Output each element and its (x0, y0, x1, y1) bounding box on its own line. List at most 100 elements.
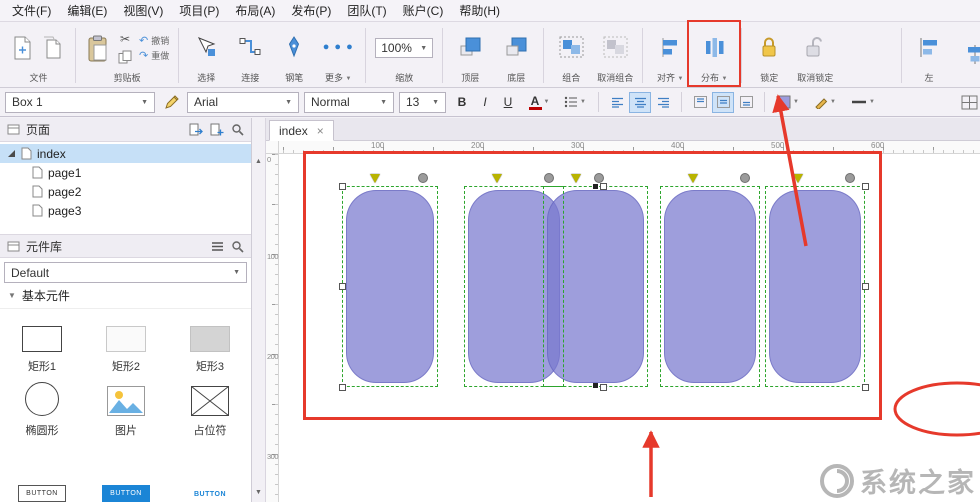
font-weight-select[interactable]: Normal ▼ (304, 91, 394, 113)
toolbar-group-alignment: 左 (904, 24, 980, 87)
search-pages-button[interactable] (231, 123, 244, 136)
add-page-button[interactable] (210, 123, 224, 136)
button-widget-icon: BUTTON (18, 485, 66, 502)
selection-handle[interactable] (339, 183, 346, 190)
bring-to-front-button[interactable]: 顶层 (452, 24, 488, 87)
group-button[interactable]: 组合 (553, 24, 589, 87)
widget-rect1[interactable]: 矩形1 (0, 313, 84, 377)
selection-handle-small[interactable] (593, 383, 598, 388)
selection-handle[interactable] (339, 283, 346, 290)
page-tree-item-index[interactable]: index (0, 144, 251, 163)
design-canvas[interactable] (279, 154, 980, 502)
menu-edit[interactable]: 编辑(E) (59, 0, 115, 22)
selection-handle[interactable] (862, 283, 869, 290)
menu-file[interactable]: 文件(F) (4, 0, 59, 22)
add-child-page-button[interactable] (189, 123, 203, 136)
text-align-left-icon (611, 97, 623, 108)
widget-button-primary[interactable]: BUTTON (84, 441, 168, 502)
cut-button[interactable]: ✂ (116, 31, 134, 47)
ungroup-button[interactable]: 取消组合 (597, 24, 633, 87)
new-file-button[interactable] (11, 35, 34, 61)
line-width-button[interactable]: ▼ (846, 92, 880, 113)
distribute-button[interactable]: 分布 ▼ (687, 20, 742, 87)
unlock-button[interactable]: 取消锁定 (797, 24, 833, 87)
valign-bottom-button[interactable] (735, 92, 757, 113)
menu-help[interactable]: 帮助(H) (451, 0, 508, 22)
send-to-back-button[interactable]: 底层 (498, 24, 534, 87)
valign-top-button[interactable] (689, 92, 711, 113)
shape-style-select[interactable]: Box 1 ▼ (5, 91, 155, 113)
page-tree-item-page2[interactable]: page2 (0, 182, 251, 201)
open-file-button[interactable] (40, 35, 66, 61)
menu-project[interactable]: 项目(P) (171, 0, 227, 22)
library-select[interactable]: Default ▼ (4, 262, 247, 283)
rect3-widget-icon (190, 326, 230, 352)
widget-rect3[interactable]: 矩形3 (168, 313, 251, 377)
border-pattern-button[interactable] (955, 92, 980, 113)
menu-publish[interactable]: 发布(P) (283, 0, 339, 22)
widget-button-link[interactable]: BUTTON (168, 441, 251, 502)
scroll-down-icon[interactable]: ▼ (255, 489, 262, 496)
redo-button[interactable]: ↷ 重做 (139, 49, 169, 62)
font-size-select[interactable]: 13 ▼ (399, 91, 446, 113)
select-tool-button[interactable]: 选择 (188, 24, 224, 87)
widget-rect2[interactable]: 矩形2 (84, 313, 168, 377)
selection-handle[interactable] (862, 384, 869, 391)
menu-layout[interactable]: 布局(A) (227, 0, 283, 22)
lock-button[interactable]: 锁定 (751, 24, 787, 87)
scroll-up-icon[interactable]: ▲ (255, 158, 262, 165)
menu-team[interactable]: 团队(T) (339, 0, 394, 22)
selection-handle[interactable] (339, 384, 346, 391)
library-menu-button[interactable] (211, 241, 224, 252)
widget-placeholder[interactable]: 占位符 (168, 377, 251, 441)
align-left-icon (920, 37, 937, 57)
bullet-list-button[interactable]: ▼ (559, 92, 591, 113)
fill-color-button[interactable]: ▼ (772, 92, 804, 113)
expand-caret-icon[interactable] (8, 150, 15, 157)
ruler-mark: 400 (671, 141, 685, 150)
chevron-down-icon: ▼ (233, 269, 240, 276)
basic-widgets-section-header[interactable]: ▼ 基本元件 (0, 283, 251, 309)
page-tree-item-page3[interactable]: page3 (0, 201, 251, 220)
edit-style-button[interactable] (160, 92, 182, 113)
widget-button-default[interactable]: BUTTON (0, 441, 84, 502)
widget-ellipse[interactable]: 椭圆形 (0, 377, 84, 441)
selection-handle[interactable] (862, 183, 869, 190)
select-cursor-icon (198, 37, 216, 56)
stylebar-separator (681, 92, 682, 112)
align-center-button[interactable] (957, 24, 980, 87)
menu-view[interactable]: 视图(V) (115, 0, 171, 22)
align-button[interactable]: 对齐 ▼ (652, 24, 688, 87)
font-family-select[interactable]: Arial ▼ (187, 91, 299, 113)
bold-button[interactable]: B (451, 92, 473, 113)
italic-button[interactable]: I (474, 92, 496, 113)
fill-color-icon (777, 95, 791, 109)
selection-handle-small[interactable] (593, 184, 598, 189)
search-library-button[interactable] (231, 240, 244, 253)
selection-handle[interactable] (600, 183, 607, 190)
library-panel-title: 元件库 (26, 239, 63, 254)
page-icon (32, 166, 43, 179)
valign-middle-button[interactable] (712, 91, 734, 113)
pen-tool-button[interactable]: 钢笔 (276, 24, 312, 87)
font-color-button[interactable]: A ▼ (524, 92, 554, 113)
more-tools-button[interactable]: ● ● ● 更多 ▼ (320, 24, 356, 87)
text-align-center-button[interactable] (629, 91, 651, 113)
page-tree-item-page1[interactable]: page1 (0, 163, 251, 182)
connect-tool-button[interactable]: 连接 (232, 24, 268, 87)
copy-button[interactable] (116, 49, 134, 65)
selection-handle[interactable] (600, 384, 607, 391)
underline-button[interactable]: U (497, 92, 519, 113)
line-color-button[interactable]: ▼ (809, 92, 841, 113)
text-align-left-button[interactable] (606, 92, 628, 113)
sidebar-scrollbar[interactable]: ▲ ▼ (252, 118, 266, 502)
tab-index[interactable]: index × (269, 120, 334, 141)
menu-account[interactable]: 账户(C) (395, 0, 452, 22)
widget-image[interactable]: 图片 (84, 377, 168, 441)
text-align-right-button[interactable] (652, 92, 674, 113)
paste-button[interactable] (85, 34, 111, 63)
zoom-select[interactable]: 100% ▼ (375, 38, 434, 58)
close-icon[interactable]: × (317, 125, 324, 137)
undo-button[interactable]: ↶ 撤销 (139, 34, 169, 47)
align-left-button[interactable]: 左 (911, 24, 947, 87)
